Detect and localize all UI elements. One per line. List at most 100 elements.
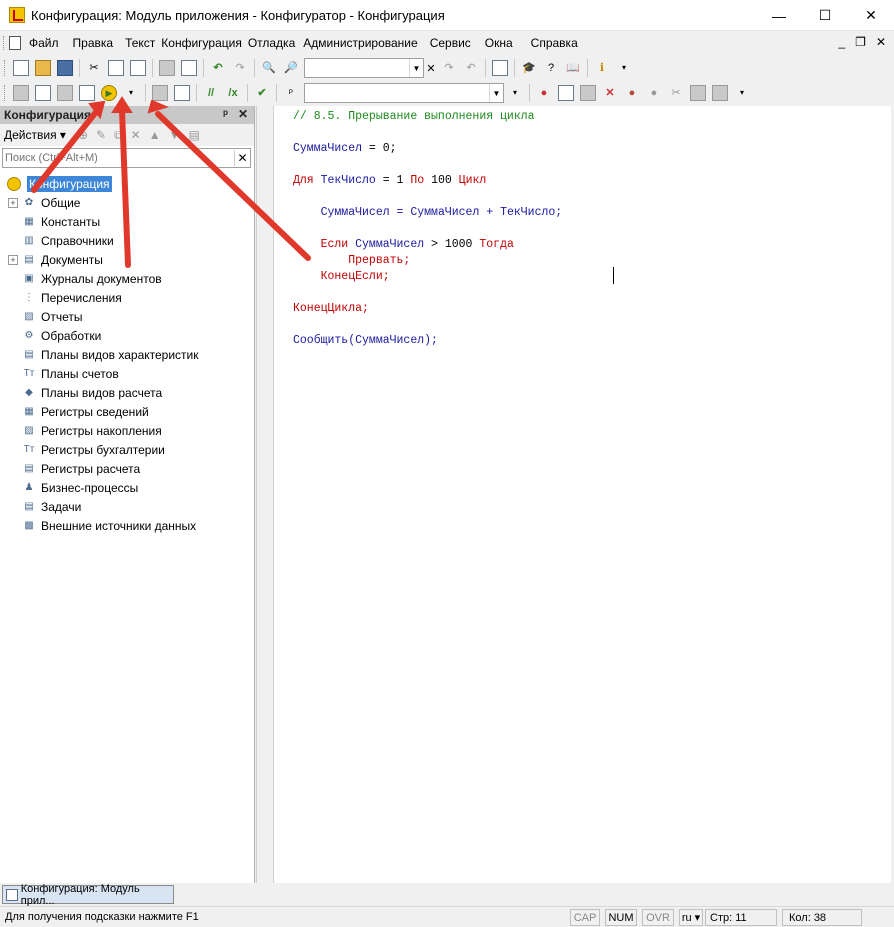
window-tab-module[interactable]: Конфигурация: Модуль прил...	[2, 883, 174, 907]
find-previous-icon[interactable]: ↶	[463, 60, 479, 76]
restart-debugging-icon[interactable]: ●	[646, 85, 662, 101]
tree-item[interactable]: Тт Планы счетов	[0, 364, 254, 383]
menu-grip[interactable]	[3, 36, 6, 50]
tree-item[interactable]: ▨ Регистры накопления	[0, 421, 254, 440]
step-into-icon[interactable]	[690, 85, 706, 101]
pin-icon[interactable]: ᵖ	[223, 107, 228, 121]
tree-item[interactable]: ▦ Константы	[0, 212, 254, 231]
document-menu-icon[interactable]	[9, 36, 21, 50]
language-selector[interactable]: ru ▾	[679, 909, 703, 926]
toolbar-grip[interactable]	[4, 60, 7, 76]
minimize-button[interactable]: —	[756, 0, 802, 31]
expand-icon[interactable]: +	[8, 254, 18, 265]
stop-debugging-icon[interactable]: ●	[624, 85, 640, 101]
chevron-down-icon[interactable]: ▼	[409, 59, 423, 77]
toggle-breakpoint-icon[interactable]: ●	[536, 85, 552, 101]
procedure-combobox[interactable]: ▼	[304, 83, 504, 103]
compare-configurations-icon[interactable]	[35, 85, 51, 101]
tree-item[interactable]: ▤ Планы видов характеристик	[0, 345, 254, 364]
tree-item[interactable]: ▩ Внешние источники данных	[0, 516, 254, 535]
tree-item[interactable]: ⋮ Перечисления	[0, 288, 254, 307]
tree-root[interactable]: Конфигурация	[0, 174, 254, 193]
search-clear-icon[interactable]: ✕	[234, 150, 250, 166]
open-configuration-icon[interactable]	[13, 85, 29, 101]
print-icon[interactable]	[159, 60, 175, 76]
toolbar-overflow-icon[interactable]: ▾	[734, 85, 750, 101]
tree-item[interactable]: ▤ Регистры расчета	[0, 459, 254, 478]
code-editor[interactable]: // 8.5. Прерывание выполнения цикла Сумм…	[256, 106, 891, 883]
menu-administration[interactable]: Администрирование	[303, 36, 423, 50]
disconnect-icon[interactable]: ✂	[668, 85, 684, 101]
delete-icon[interactable]: ✕	[131, 128, 141, 143]
tree-item[interactable]: Тт Регистры бухгалтерии	[0, 440, 254, 459]
search-icon[interactable]: 🔎	[283, 60, 299, 76]
mdi-restore-button[interactable]: ❐	[855, 35, 866, 49]
mdi-close-button[interactable]: ✕	[876, 35, 886, 49]
menu-text[interactable]: Текст	[125, 36, 161, 50]
cut-icon[interactable]: ✂	[86, 60, 102, 76]
tree-item[interactable]: + ▤ Документы	[0, 250, 254, 269]
tree-search-input[interactable]	[3, 150, 234, 166]
breakpoints-list-icon[interactable]	[558, 85, 574, 101]
update-database-icon[interactable]	[57, 85, 73, 101]
editor-gutter[interactable]	[257, 106, 274, 883]
tree-item[interactable]: + ✿ Общие	[0, 193, 254, 212]
tree-item[interactable]: ▤ Задачи	[0, 497, 254, 516]
mdi-minimize-button[interactable]: _	[838, 35, 845, 49]
tree-item[interactable]: ▧ Отчеты	[0, 307, 254, 326]
new-document-icon[interactable]	[13, 60, 29, 76]
move-down-icon[interactable]: ▼	[169, 128, 181, 143]
edit-icon[interactable]: ✎	[96, 128, 106, 143]
context-help-icon[interactable]: ?	[543, 60, 559, 76]
menu-windows[interactable]: Окна	[485, 36, 519, 50]
disable-breakpoint-icon[interactable]	[580, 85, 596, 101]
uncomment-block-icon[interactable]: /x	[225, 85, 241, 101]
comment-block-icon[interactable]: //	[203, 85, 219, 101]
save-icon[interactable]	[57, 60, 73, 76]
redo-icon[interactable]: ↷	[232, 60, 248, 76]
procedure-icon[interactable]: ᴾ	[283, 85, 299, 101]
find-next-icon[interactable]: ↷	[441, 60, 457, 76]
syntax-helper-icon[interactable]: 📖	[565, 60, 581, 76]
start-debugging-icon[interactable]: ▶	[101, 85, 117, 101]
maximize-button[interactable]: ☐	[802, 0, 848, 31]
panel-close-icon[interactable]: ✕	[238, 107, 248, 121]
menu-configuration[interactable]: Конфигурация	[161, 36, 248, 50]
expand-icon[interactable]: +	[8, 197, 18, 208]
tree-item[interactable]: ⚙ Обработки	[0, 326, 254, 345]
add-icon[interactable]: ⊕	[78, 128, 88, 143]
toolbar-grip[interactable]	[4, 85, 7, 101]
step-over-icon[interactable]	[712, 85, 728, 101]
chevron-down-icon[interactable]: ▼	[489, 84, 503, 102]
toolbar-overflow-icon[interactable]: ▾	[507, 85, 523, 101]
database-config-icon[interactable]	[79, 85, 95, 101]
debug-options-chevron-icon[interactable]: ▾	[123, 85, 139, 101]
properties-icon[interactable]: ▤	[188, 128, 199, 143]
search-combobox[interactable]: ▼	[304, 58, 424, 78]
code-text[interactable]: // 8.5. Прерывание выполнения цикла Сумм…	[293, 109, 562, 349]
print-preview-icon[interactable]	[181, 60, 197, 76]
undo-icon[interactable]: ↶	[210, 60, 226, 76]
syntax-check-icon[interactable]: ✔	[254, 85, 270, 101]
paste-icon[interactable]	[130, 60, 146, 76]
actions-menu-button[interactable]: Действия ▾	[4, 128, 66, 142]
info-icon[interactable]: ℹ	[594, 60, 610, 76]
menu-file[interactable]: Файл	[29, 36, 65, 50]
module-structure-icon[interactable]	[152, 85, 168, 101]
close-button[interactable]: ✕	[848, 0, 894, 31]
toolbar-overflow-icon[interactable]: ▾	[616, 60, 632, 76]
menu-help[interactable]: Справка	[531, 36, 584, 50]
procedures-list-icon[interactable]	[174, 85, 190, 101]
open-folder-icon[interactable]	[35, 60, 51, 76]
help-icon[interactable]: 🎓	[521, 60, 537, 76]
tree-item[interactable]: ▦ Регистры сведений	[0, 402, 254, 421]
menu-service[interactable]: Сервис	[430, 36, 477, 50]
menu-debug[interactable]: Отладка	[248, 36, 301, 50]
remove-all-breakpoints-icon[interactable]: ✕	[602, 85, 618, 101]
copy-item-icon[interactable]: ⧉	[114, 128, 123, 143]
tree-item[interactable]: ◆ Планы видов расчета	[0, 383, 254, 402]
move-up-icon[interactable]: ▲	[149, 128, 161, 143]
tree-item[interactable]: ▣ Журналы документов	[0, 269, 254, 288]
tree-item[interactable]: ▥ Справочники	[0, 231, 254, 250]
clear-search-icon[interactable]: ✕	[424, 59, 438, 77]
